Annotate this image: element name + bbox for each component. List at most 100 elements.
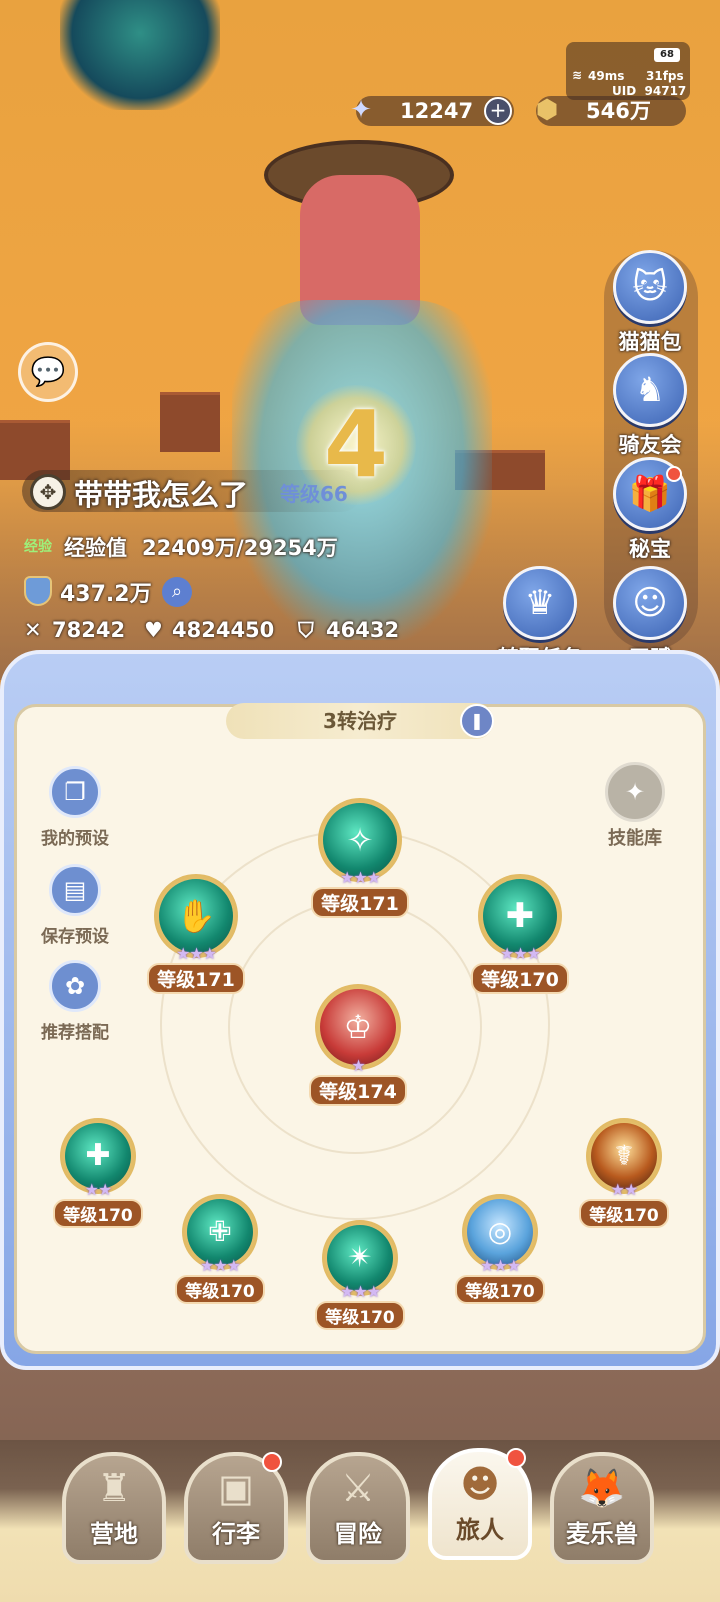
skill-level-badge: 等级170 — [53, 1199, 143, 1228]
player-level: 等级66 — [280, 482, 348, 506]
skill-node[interactable]: ☤ ★★ 等级170 — [574, 1118, 674, 1228]
nav-luggage-label: 行李 — [212, 1520, 260, 1548]
skill-stars: ★★★ — [199, 1256, 241, 1275]
nav-pet[interactable]: 🦊 麦乐兽 — [550, 1452, 654, 1572]
skill-stars: ★★ — [84, 1180, 113, 1199]
rider-club-button[interactable]: ♞ 骑友会 — [600, 353, 700, 457]
gem-icon: ✦ — [350, 95, 372, 125]
skill-stars: ★★★ — [479, 1256, 521, 1275]
castle-icon: ♜ — [96, 1466, 132, 1510]
rider-club-label: 骑友会 — [618, 433, 682, 457]
nav-pet-label: 麦乐兽 — [566, 1520, 638, 1548]
combat-power: 437.2万 — [60, 582, 152, 607]
brain-icon: ☺ — [613, 566, 687, 640]
save-icon: ▤ — [49, 864, 101, 916]
skill-library-icon: ✦ — [605, 762, 665, 822]
skill-level-badge: 等级170 — [579, 1199, 669, 1228]
skill-stars: ★★★ — [175, 944, 217, 963]
scene-ruin — [455, 450, 545, 490]
preset-icon: ❐ — [49, 766, 101, 818]
treasure-button[interactable]: 🎁 秘宝 — [600, 457, 700, 561]
character-head — [300, 175, 420, 325]
crossed-swords-icon: ⚔ — [340, 1466, 376, 1510]
class-info-book-icon[interactable]: ❚ — [460, 704, 494, 738]
summon-figure-icon: ♔ — [320, 989, 396, 1065]
hp-value: 4824450 — [172, 618, 275, 642]
skill-library-button[interactable]: ✦ 技能库 — [590, 762, 680, 850]
skill-node[interactable]: ✚ ★★★ 等级170 — [460, 874, 580, 994]
exp-label: 经验值 — [64, 536, 127, 560]
luggage-alert-dot — [262, 1452, 282, 1472]
exp-value: 22409万/29254万 — [142, 536, 338, 560]
nav-adventure-label: 冒险 — [334, 1520, 382, 1548]
gem-amount: 12247 — [400, 99, 474, 123]
skill-level-badge: 等级174 — [309, 1075, 407, 1106]
skill-stars: ★★★ — [339, 868, 381, 887]
recommend-icon: ✿ — [49, 960, 101, 1012]
cat-bag-icon: 🐱 — [613, 250, 687, 324]
attack-value: 78242 — [52, 618, 126, 642]
exp-tag: 经验 — [24, 539, 52, 555]
skill-level-badge: 等级170 — [175, 1275, 265, 1304]
nav-luggage[interactable]: ▣ 行李 — [184, 1452, 288, 1572]
nav-traveler-label: 旅人 — [456, 1516, 504, 1544]
horse-icon: ♞ — [613, 353, 687, 427]
skill-level-badge: 等级170 — [455, 1275, 545, 1304]
player-name: 带带我怎么了 — [74, 478, 249, 512]
battery-indicator: 68 — [654, 48, 680, 62]
skill-stars: ★ — [351, 1056, 365, 1075]
traveler-alert-dot — [506, 1448, 526, 1468]
skill-node[interactable]: ✧ ★★★ 等级171 — [300, 798, 420, 918]
power-detail-search-icon[interactable]: ⌕ — [162, 577, 192, 607]
skill-node[interactable]: ◎ ★★★ 等级170 — [450, 1194, 550, 1304]
skill-node[interactable]: ✋ ★★★ 等级171 — [136, 874, 256, 994]
skill-level-badge: 等级171 — [147, 963, 245, 994]
skill-stars: ★★★ — [499, 944, 541, 963]
nav-adventure[interactable]: ⚔ 冒险 — [306, 1452, 410, 1572]
gold-amount: 546万 — [586, 99, 651, 123]
my-presets-button[interactable]: ❐ 我的预设 — [30, 766, 120, 849]
class-title: 3转治疗 — [226, 703, 494, 739]
nav-camp-label: 营地 — [90, 1520, 138, 1548]
power-shield-icon — [24, 576, 52, 606]
fox-icon: 🦊 — [578, 1466, 626, 1510]
fps-text: 31fps — [646, 69, 684, 83]
skill-level-badge: 等级170 — [471, 963, 569, 994]
attack-icon: ✕ — [24, 618, 42, 642]
wifi-icon: ≋ — [572, 68, 583, 82]
ping-text: 49ms — [588, 69, 625, 83]
cat-bag-button[interactable]: 🐱 猫猫包 — [600, 250, 700, 354]
heart-icon: ♥ — [144, 618, 163, 642]
skill-stars: ★★ — [610, 1180, 639, 1199]
status-panel: 68 ≋ 49ms 31fps UID 94717 — [566, 42, 690, 100]
chat-button[interactable]: 💬 — [18, 342, 78, 402]
skill-node[interactable]: ♔ ★ 等级174 — [298, 984, 418, 1106]
coin-icon: ⬢ — [535, 95, 559, 125]
defense-shield-icon: ⛉ — [298, 618, 314, 642]
skill-node[interactable]: ✙ ★★★ 等级170 — [170, 1194, 270, 1304]
recommend-build-label: 推荐搭配 — [41, 1023, 109, 1043]
skill-node[interactable]: ✴ ★★★ 等级170 — [310, 1220, 410, 1330]
skill-stars: ★★★ — [339, 1282, 381, 1301]
defense-value: 46432 — [326, 618, 400, 642]
nav-traveler[interactable]: ☻ 旅人 — [428, 1448, 532, 1568]
crown-icon: ♛ — [503, 566, 577, 640]
scene-ruin — [160, 392, 220, 452]
skill-level-badge: 等级171 — [311, 887, 409, 918]
skill-node[interactable]: ✚ ★★ 等级170 — [48, 1118, 148, 1228]
save-preset-label: 保存预设 — [41, 927, 109, 947]
nav-camp[interactable]: ♜ 营地 — [62, 1452, 166, 1572]
scene-creature — [60, 0, 220, 110]
cat-bag-label: 猫猫包 — [618, 330, 682, 354]
touch-hand-icon: ✋ — [159, 879, 233, 953]
my-presets-label: 我的预设 — [41, 829, 109, 849]
save-preset-button[interactable]: ▤ 保存预设 — [30, 864, 120, 947]
add-gems-button[interactable]: + — [484, 97, 512, 125]
character-hat — [264, 140, 454, 210]
guild-emblem-icon: ✥ — [30, 474, 66, 510]
treasure-label: 秘宝 — [629, 537, 671, 561]
recommend-build-button[interactable]: ✿ 推荐搭配 — [30, 960, 120, 1043]
chat-bubble-icon: 💬 — [30, 355, 66, 388]
healing-cross-icon: ✚ — [483, 879, 557, 953]
skill-level-badge: 等级170 — [315, 1301, 405, 1330]
